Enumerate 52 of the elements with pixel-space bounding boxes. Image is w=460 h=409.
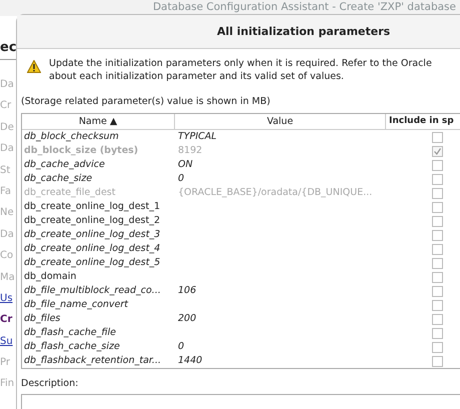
column-header[interactable]: Include in sp — [386, 114, 460, 129]
parameter-name: db_create_online_log_dest_4 — [23, 242, 162, 256]
storage-note: (Storage related parameter(s) value is shown in MB) — [21, 96, 272, 107]
column-header[interactable]: Value — [175, 114, 386, 129]
dialog-title: All initialization parameters — [17, 15, 460, 49]
parameter-name: db_files — [23, 312, 62, 326]
parameter-name: db_file_name_convert — [23, 298, 130, 312]
parameter-value: 8192 — [178, 145, 202, 156]
warning-message: Update the initialization parameters only when it is required. Refer to the Oracle about each initialization parameter and its valid set of values. — [49, 58, 433, 83]
include-checkbox[interactable] — [432, 216, 443, 226]
include-checkbox[interactable] — [432, 132, 443, 142]
parameter-name: db_create_online_log_dest_1 — [23, 200, 162, 214]
parameter-name: db_domain — [23, 270, 78, 284]
include-checkbox[interactable] — [432, 286, 443, 296]
parameter-value: 0 — [178, 341, 184, 352]
parameter-value: 106 — [178, 285, 196, 296]
include-checkbox[interactable] — [432, 174, 443, 184]
include-checkbox[interactable] — [432, 160, 443, 170]
include-checkbox[interactable] — [432, 342, 443, 352]
include-checkbox[interactable] — [432, 230, 443, 240]
include-checkbox[interactable] — [432, 300, 443, 310]
include-checkbox[interactable] — [432, 244, 443, 254]
parameter-name: db_file_multiblock_read_co... — [23, 284, 162, 298]
include-checkbox[interactable] — [432, 272, 443, 282]
include-checkbox[interactable] — [432, 314, 443, 324]
warning-icon — [27, 60, 41, 73]
parameter-value: 0 — [178, 173, 184, 184]
parameter-value: ON — [178, 159, 193, 170]
parameter-name: db_cache_advice — [23, 158, 106, 172]
parameter-name: db_flash_cache_size — [23, 340, 121, 354]
parameter-value: {ORACLE_BASE}/oradata/{DB_UNIQUE... — [178, 187, 372, 198]
step-item: Da — [0, 78, 15, 92]
window-title: Database Configuration Assistant - Create 'ZXP' database — [152, 0, 456, 15]
include-checkbox[interactable] — [432, 328, 443, 338]
parameter-name: db_block_checksum — [23, 130, 120, 144]
include-checkbox[interactable] — [432, 356, 443, 366]
step-item: De — [0, 120, 15, 135]
include-checkbox[interactable] — [432, 258, 443, 268]
parameter-value: 200 — [178, 313, 196, 324]
parameter-name: db_block_size (bytes) — [23, 144, 140, 158]
description-label: Description: — [21, 378, 80, 389]
parameter-name: db_flashback_retention_tar... — [23, 354, 162, 368]
parameter-value: 1440 — [178, 355, 202, 366]
parameter-value: TYPICAL — [178, 131, 217, 142]
parameter-name: db_flash_cache_file — [23, 326, 117, 340]
column-header[interactable]: Name ▲ — [22, 114, 175, 129]
include-checkbox[interactable] — [432, 202, 443, 212]
parameter-name: db_cache_size — [23, 172, 94, 186]
parameter-name: db_create_file_dest — [23, 186, 116, 200]
parameter-name: db_create_online_log_dest_2 — [23, 214, 162, 228]
parameter-name: db_create_online_log_dest_5 — [23, 256, 162, 270]
parameter-name: db_create_online_log_dest_3 — [23, 228, 162, 242]
